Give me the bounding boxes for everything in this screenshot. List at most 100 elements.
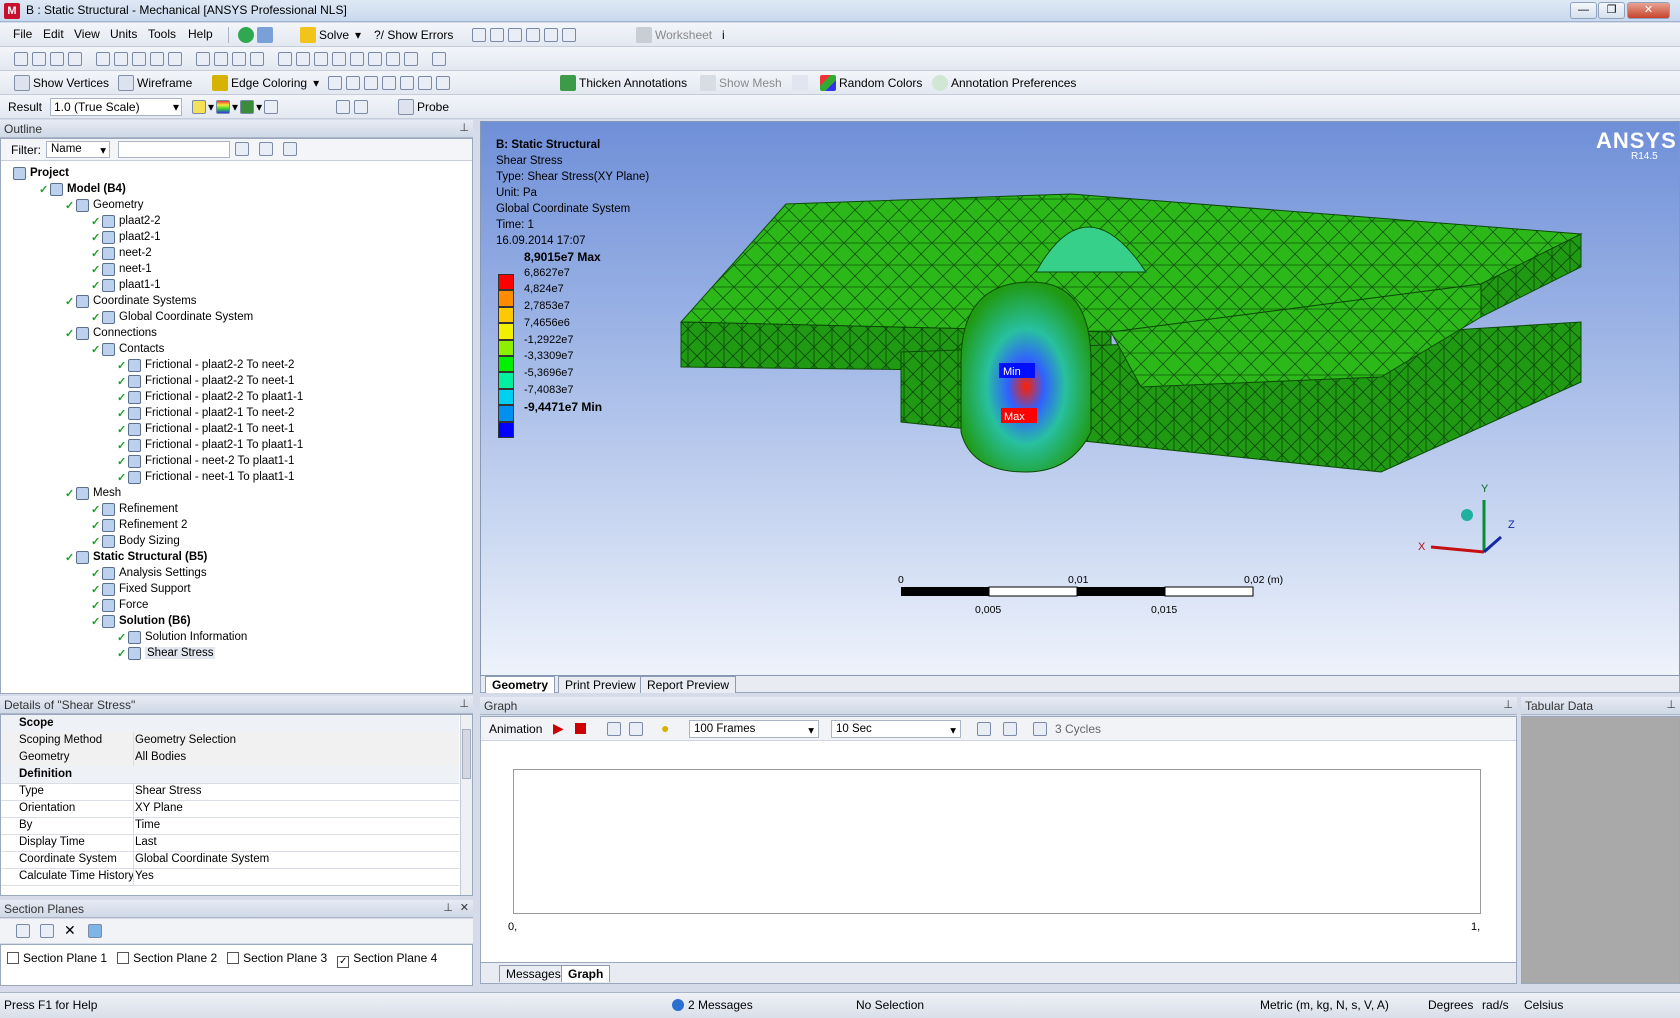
worksheet-button[interactable]: Worksheet bbox=[636, 26, 712, 44]
tree-item[interactable]: ✓ plaat1-1 bbox=[91, 277, 161, 293]
pin-icon[interactable]: ⊥ bbox=[443, 901, 453, 914]
bulb-icon[interactable]: ● bbox=[661, 720, 669, 736]
vertex-select-icon[interactable] bbox=[32, 52, 46, 66]
expand-all-icon[interactable] bbox=[283, 142, 297, 156]
tree-item[interactable]: ✓ Frictional - plaat2-1 To neet-1 bbox=[117, 421, 294, 437]
tree-item[interactable]: Project bbox=[13, 165, 69, 181]
tab-messages[interactable]: Messages bbox=[499, 965, 568, 982]
details-row[interactable]: Orientation XY Plane bbox=[1, 800, 459, 818]
label-icon[interactable] bbox=[404, 52, 418, 66]
cap-icon[interactable] bbox=[88, 924, 102, 938]
tree-item[interactable]: ✓ Solution (B6) bbox=[91, 613, 191, 629]
solve-button[interactable]: Solve ▾ bbox=[300, 26, 361, 44]
model-view[interactable]: Min Max Y X Z 0 0,01 0,02 (m) 0,005 0,01… bbox=[481, 122, 1680, 676]
frames-dropdown[interactable]: 100 Frames ▾ bbox=[689, 720, 819, 738]
section-plane-item[interactable]: ✓ Section Plane 4 bbox=[337, 951, 437, 968]
annotation-preferences-button[interactable]: Annotation Preferences bbox=[932, 74, 1076, 92]
extend-icon[interactable] bbox=[150, 52, 164, 66]
pin-edge-icon[interactable] bbox=[418, 76, 432, 90]
minimize-button[interactable]: — bbox=[1570, 2, 1597, 19]
tree-item[interactable]: ✓ Frictional - plaat2-2 To neet-1 bbox=[117, 373, 294, 389]
tree-item[interactable]: ✓ Fixed Support bbox=[91, 581, 191, 597]
menu-edit[interactable]: Edit bbox=[43, 27, 64, 41]
select-mode-icon[interactable] bbox=[14, 52, 28, 66]
report-icon[interactable] bbox=[490, 28, 504, 42]
details-value[interactable]: Yes bbox=[135, 870, 154, 882]
probe-button[interactable]: Probe bbox=[398, 98, 449, 116]
menu-tools[interactable]: Tools bbox=[148, 27, 176, 41]
edge-style-4-icon[interactable] bbox=[382, 76, 396, 90]
menu-units[interactable]: Units bbox=[110, 27, 137, 41]
show-vertices-button[interactable]: Show Vertices bbox=[14, 74, 109, 92]
section-plane-checkbox[interactable] bbox=[117, 952, 130, 964]
tree-item[interactable]: ✓ Frictional - plaat2-2 To plaat1-1 bbox=[117, 389, 303, 405]
zoom-icon[interactable] bbox=[232, 52, 246, 66]
details-value[interactable]: Shear Stress bbox=[135, 785, 201, 797]
duration-dropdown[interactable]: 10 Sec ▾ bbox=[831, 720, 961, 738]
edge-coloring-button[interactable]: Edge Coloring ▾ bbox=[212, 74, 319, 92]
pan-icon[interactable] bbox=[214, 52, 228, 66]
filter-input[interactable] bbox=[118, 141, 230, 158]
tree-item[interactable]: ✓ neet-1 bbox=[91, 261, 152, 277]
thin-icon[interactable] bbox=[436, 76, 450, 90]
tree-item[interactable]: ✓ Refinement 2 bbox=[91, 517, 187, 533]
max-icon[interactable] bbox=[336, 100, 350, 114]
text-icon[interactable] bbox=[544, 28, 558, 42]
pin-icon[interactable]: ⊥ bbox=[459, 121, 469, 134]
edge-style-5-icon[interactable] bbox=[400, 76, 414, 90]
tree-item[interactable]: ✓ Frictional - neet-1 To plaat1-1 bbox=[117, 469, 294, 485]
tree-item[interactable]: ✓ Coordinate Systems bbox=[65, 293, 197, 309]
angle-units-status[interactable]: Degrees bbox=[1428, 998, 1473, 1012]
tab-print-preview[interactable]: Print Preview bbox=[558, 676, 643, 693]
menu-view[interactable]: View bbox=[74, 27, 100, 41]
export-video-icon[interactable] bbox=[977, 722, 991, 736]
camera-icon[interactable] bbox=[562, 28, 576, 42]
details-row[interactable]: Scoping Method Geometry Selection bbox=[1, 732, 459, 750]
details-value[interactable]: Global Coordinate System bbox=[135, 853, 269, 865]
tree-item[interactable]: ✓ Static Structural (B5) bbox=[65, 549, 207, 565]
maximize-button[interactable]: ❐ bbox=[1598, 2, 1625, 19]
details-value[interactable]: Geometry Selection bbox=[135, 734, 236, 746]
rotation-units-status[interactable]: rad/s bbox=[1482, 998, 1509, 1012]
tree-item[interactable]: ✓ plaat2-1 bbox=[91, 229, 161, 245]
tree-item[interactable]: ✓ Refinement bbox=[91, 501, 178, 517]
distributed-frames-icon[interactable] bbox=[607, 722, 621, 736]
tree-item[interactable]: ✓ Frictional - plaat2-1 To plaat1-1 bbox=[117, 437, 303, 453]
chart-icon[interactable] bbox=[472, 28, 486, 42]
details-value[interactable]: XY Plane bbox=[135, 802, 183, 814]
section-plane-checkbox[interactable] bbox=[7, 952, 19, 964]
tree-item[interactable]: ✓ Force bbox=[91, 597, 148, 613]
zoom-in-icon[interactable] bbox=[250, 52, 264, 66]
details-row[interactable]: Calculate Time History Yes bbox=[1, 868, 459, 886]
delete-section-plane-icon[interactable]: ✕ bbox=[64, 922, 76, 939]
tab-geometry[interactable]: Geometry bbox=[485, 676, 556, 693]
tree-item[interactable]: ✓ Geometry bbox=[65, 197, 144, 213]
zoom-fit-icon[interactable] bbox=[278, 52, 292, 66]
wireframe-button[interactable]: Wireframe bbox=[118, 74, 192, 92]
face-select-icon[interactable] bbox=[114, 52, 128, 66]
pin-icon[interactable]: ⊥ bbox=[1503, 698, 1513, 711]
edge-style-1-icon[interactable] bbox=[328, 76, 342, 90]
edge-select-icon[interactable] bbox=[50, 52, 64, 66]
close-panel-icon[interactable]: ✕ bbox=[460, 901, 469, 914]
show-mesh-button[interactable]: Show Mesh bbox=[700, 74, 782, 92]
zoom-graph-icon[interactable] bbox=[1003, 722, 1017, 736]
tree-item[interactable]: ✓ neet-2 bbox=[91, 245, 152, 261]
details-row[interactable]: Coordinate System Global Coordinate Syste… bbox=[1, 851, 459, 869]
iso-view-icon[interactable] bbox=[368, 52, 382, 66]
details-row[interactable]: Geometry All Bodies bbox=[1, 749, 459, 767]
section-plane-item[interactable]: Section Plane 3 bbox=[227, 951, 327, 968]
details-section[interactable]: Definition bbox=[1, 766, 459, 784]
rotate-icon[interactable] bbox=[196, 52, 210, 66]
tree-item[interactable]: ✓ Contacts bbox=[91, 341, 164, 357]
tree-item[interactable]: ✓ Global Coordinate System bbox=[91, 309, 253, 325]
clear-filter-icon[interactable] bbox=[259, 142, 273, 156]
transfer-icon[interactable] bbox=[257, 27, 273, 43]
zoom-box-icon[interactable] bbox=[296, 52, 310, 66]
units-status[interactable]: Metric (m, kg, N, s, V, A) bbox=[1260, 998, 1389, 1012]
details-section[interactable]: Scope bbox=[1, 715, 459, 733]
tree-item[interactable]: ✓ Frictional - plaat2-1 To neet-2 bbox=[117, 405, 294, 421]
contour-icon[interactable] bbox=[192, 100, 206, 114]
edge-style-3-icon[interactable] bbox=[364, 76, 378, 90]
tree-item[interactable]: ✓ Frictional - plaat2-2 To neet-2 bbox=[117, 357, 294, 373]
